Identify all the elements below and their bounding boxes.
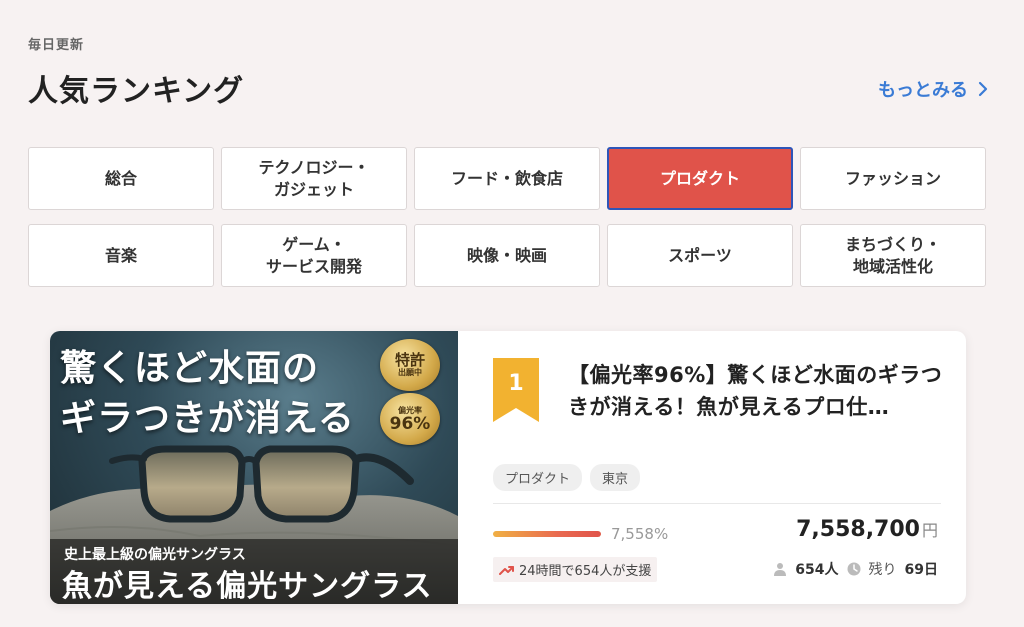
remaining-label: 残り	[868, 562, 897, 578]
category-tab[interactable]: プロダクト	[607, 147, 793, 210]
category-tab[interactable]: 映像・映画	[414, 224, 600, 287]
funding-amount-unit: 円	[921, 521, 938, 540]
patent-seal-sub: 出願中	[398, 368, 422, 377]
rank-number: 1	[508, 371, 524, 396]
clock-icon	[847, 562, 861, 576]
project-tag[interactable]: プロダクト	[493, 464, 583, 491]
project-tag[interactable]: 東京	[590, 464, 641, 491]
project-title[interactable]: 【偏光率96%】驚くほど水面のギラつきが消える！魚が見えるプロ仕…	[568, 359, 948, 423]
thumbnail-banner-big: 魚が見える偏光サングラス	[62, 569, 433, 604]
funding-progress-fill	[493, 531, 601, 537]
polarization-seal-main: 96%	[389, 414, 431, 434]
project-stats: 654人 残り 69日	[773, 559, 938, 579]
more-link[interactable]: もっとみる	[878, 76, 990, 102]
category-tab[interactable]: まちづくり・ 地域活性化	[800, 224, 986, 287]
patent-seal: 特許 出願中	[380, 339, 440, 391]
thumbnail-headline-1: 驚くほど水面の	[60, 347, 320, 389]
card-divider	[493, 503, 941, 504]
funding-amount: 7,558,700 円	[796, 517, 938, 542]
section-subtitle: 毎日更新	[28, 38, 85, 53]
patent-seal-main: 特許	[394, 351, 425, 369]
funding-progress-bar	[493, 531, 601, 537]
section-title: 人気ランキング	[28, 74, 245, 109]
project-card[interactable]: 驚くほど水面の ギラつきが消える 特許 出願中 偏光率 96% 史上最上級の偏光…	[50, 331, 966, 604]
support-trend-text: 24時間で654人が支援	[519, 564, 652, 579]
trending-up-icon	[499, 565, 514, 575]
more-link-label: もっとみる	[878, 80, 968, 101]
category-tab[interactable]: 音楽	[28, 224, 214, 287]
thumbnail-headline-2: ギラつきが消える	[60, 397, 355, 439]
remaining-days: 69日	[904, 562, 938, 578]
support-trend-badge: 24時間で654人が支援	[493, 557, 658, 582]
project-tags: プロダクト 東京	[493, 464, 641, 491]
category-tab[interactable]: ファッション	[800, 147, 986, 210]
funding-amount-value: 7,558,700	[796, 517, 920, 542]
category-tab[interactable]: ゲーム・ サービス開発	[221, 224, 407, 287]
supporters-count: 654人	[795, 562, 839, 578]
person-icon	[774, 563, 787, 576]
category-tabs: 総合 テクノロジー・ ガジェット フード・飲食店 プロダクト ファッション音楽 ゲーム・ …	[28, 147, 989, 287]
polarization-seal: 偏光率 96%	[380, 393, 440, 445]
funding-percent: 7,558%	[611, 525, 669, 543]
category-tab[interactable]: スポーツ	[607, 224, 793, 287]
project-thumbnail[interactable]: 驚くほど水面の ギラつきが消える 特許 出願中 偏光率 96% 史上最上級の偏光…	[50, 331, 458, 604]
chevron-right-icon	[978, 81, 988, 97]
category-tab[interactable]: フード・飲食店	[414, 147, 600, 210]
category-tab[interactable]: テクノロジー・ ガジェット	[221, 147, 407, 210]
category-tab[interactable]: 総合	[28, 147, 214, 210]
